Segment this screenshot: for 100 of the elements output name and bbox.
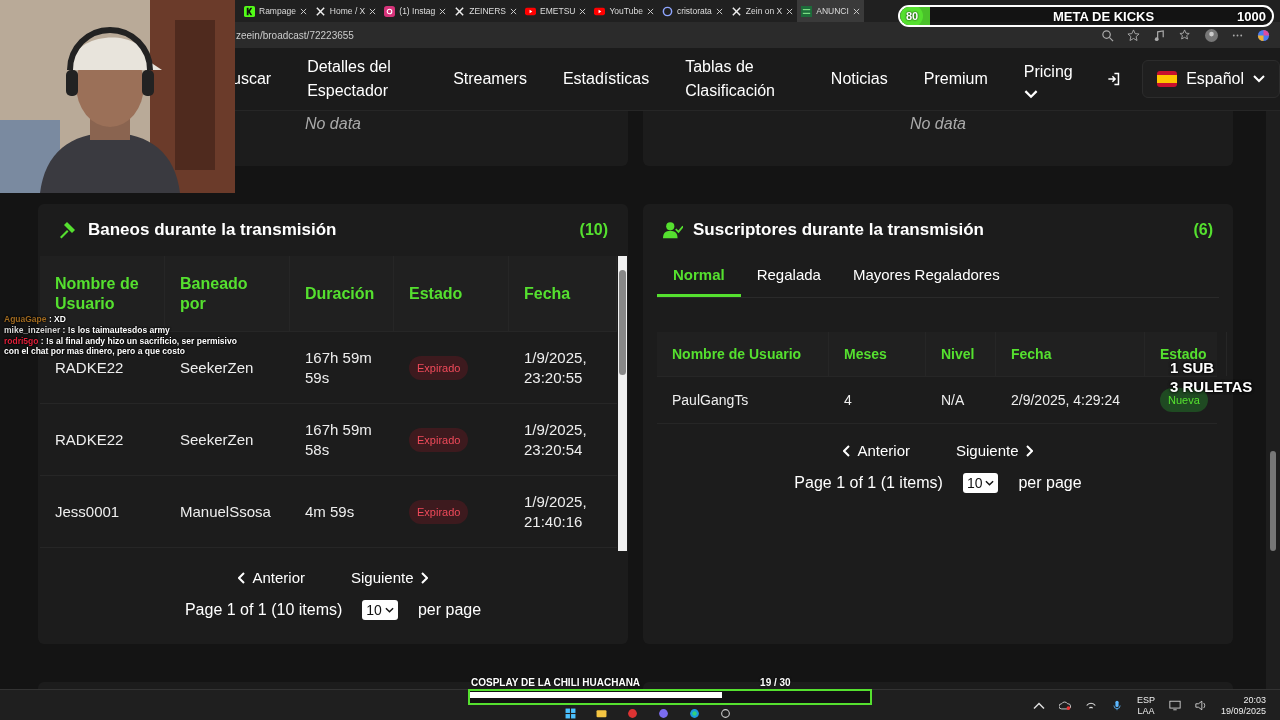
close-icon[interactable]: [786, 7, 794, 15]
network-icon[interactable]: [1084, 700, 1097, 711]
favorites-icon[interactable]: [1179, 28, 1192, 42]
scrollbar[interactable]: [618, 256, 627, 551]
next-button[interactable]: Siguiente: [345, 563, 434, 592]
page-size-select[interactable]: 10: [362, 600, 398, 620]
copilot-icon[interactable]: [1257, 28, 1270, 42]
grid-icon: [801, 5, 813, 17]
table-cell-text: 1/9/2025, 23:20:55: [523, 347, 588, 388]
nav-link[interactable]: Detalles del Espectador: [307, 55, 418, 103]
language-select[interactable]: Español: [1142, 60, 1280, 98]
empty-message: No data: [909, 115, 966, 133]
chat-message: rodri5go : !s al final andy hizo un sacrificio, ser permisivo con el chat por mas dinero, pero a que costo: [4, 336, 238, 356]
empty-message: No data: [304, 115, 361, 133]
zoom-icon[interactable]: [1101, 28, 1114, 42]
display-icon[interactable]: [1168, 700, 1181, 711]
column-header: Fecha: [509, 256, 617, 331]
chat-message: AguaGape : XD: [4, 314, 66, 324]
close-icon[interactable]: [715, 7, 723, 15]
tab[interactable]: Mayores Regaladores: [836, 256, 1016, 297]
close-icon[interactable]: [579, 7, 587, 15]
nav-link[interactable]: Streamers: [453, 67, 527, 91]
browser-tab[interactable]: (1) Instag: [380, 0, 451, 22]
per-page-label: per page: [417, 601, 482, 619]
app-icon[interactable]: [720, 708, 731, 719]
caret-icon: [985, 480, 995, 486]
status-badge: Expirado: [409, 427, 469, 452]
table-cell-text: 4m 59s: [304, 501, 356, 522]
browser-tab[interactable]: Home / X: [310, 0, 381, 22]
chevron-left-icon: [843, 444, 852, 457]
camera-icon: [384, 5, 396, 17]
music-icon[interactable]: [1153, 28, 1166, 42]
browser-tab[interactable]: Zein on X: [726, 0, 798, 22]
star-icon[interactable]: [1127, 28, 1140, 42]
card-title: Baneos durante la transmisión: [88, 220, 338, 240]
close-icon[interactable]: [439, 7, 447, 15]
browser-icon[interactable]: [689, 708, 700, 719]
column-header: Estado: [394, 256, 509, 331]
table-cell-text: N/A: [940, 391, 966, 410]
close-icon[interactable]: [369, 7, 377, 15]
folder-icon[interactable]: [596, 708, 607, 719]
count-label: (10): [579, 221, 608, 239]
start-icon[interactable]: [565, 708, 576, 719]
chevron-right-icon: [1024, 444, 1033, 457]
chevron-right-icon: [419, 571, 428, 584]
close-icon[interactable]: [852, 7, 860, 15]
card-title: Suscriptores durante la transmisión: [693, 220, 985, 240]
cloud-icon[interactable]: [1058, 700, 1071, 711]
browser-tab[interactable]: Rampage: [240, 0, 311, 22]
column-header: Nombre de Usuario: [657, 332, 829, 376]
play-icon: [525, 5, 537, 17]
clock-date[interactable]: 19/09/2025: [1220, 705, 1266, 717]
hammer-icon: [58, 220, 78, 240]
table-cell-text: 167h 59m 58s: [304, 419, 373, 460]
nav-link[interactable]: Premium: [923, 67, 988, 91]
app-icon[interactable]: [627, 708, 638, 719]
close-icon[interactable]: [510, 7, 518, 15]
nav-link[interactable]: Tablas de Clasificación: [685, 55, 795, 103]
profile-icon[interactable]: [1205, 28, 1218, 42]
tab[interactable]: Regalada: [740, 256, 837, 297]
status-badge: Expirado: [409, 499, 469, 524]
swirl-icon: [661, 5, 673, 17]
browser-tab[interactable]: EMETSU: [521, 0, 591, 22]
volume-icon[interactable]: [1194, 700, 1207, 711]
close-icon[interactable]: [299, 7, 307, 15]
cross-logo-icon: [454, 5, 466, 17]
table-cell-text: Jess0001: [54, 501, 121, 522]
browser-tab[interactable]: YouTube: [590, 0, 658, 22]
browser-tab[interactable]: ANUNCI: [797, 0, 864, 22]
nav-link[interactable]: Estadísticas: [562, 67, 650, 91]
scrollbar[interactable]: [1266, 111, 1280, 689]
table-cell-text: 167h 59m 59s: [304, 347, 373, 388]
tab[interactable]: Normal: [657, 256, 741, 297]
browser-tab[interactable]: ZEINERS: [450, 0, 522, 22]
next-button[interactable]: Siguiente: [950, 436, 1039, 465]
clock-time[interactable]: 20:03: [1243, 694, 1266, 706]
layout-indicator[interactable]: LAA: [1137, 705, 1155, 717]
chevron-up-icon[interactable]: [1032, 700, 1045, 711]
close-icon[interactable]: [646, 7, 654, 15]
language-indicator[interactable]: ESP: [1136, 694, 1155, 706]
app-icon[interactable]: [658, 708, 669, 719]
page-size-select[interactable]: 10: [962, 473, 999, 493]
nav-dropdown[interactable]: Pricing: [1023, 59, 1073, 99]
previous-button[interactable]: Anterior: [232, 563, 311, 592]
previous-button[interactable]: Anterior: [837, 436, 916, 465]
column-header: Fecha: [996, 332, 1145, 376]
cross-logo-icon: [730, 5, 742, 17]
chevron-down-icon: [1253, 75, 1265, 83]
overlay-text: 1 SUB: [1170, 359, 1215, 377]
table-cell-text: SeekerZen: [179, 357, 255, 378]
browser-tab[interactable]: cristorata: [657, 0, 727, 22]
status-badge: Expirado: [409, 355, 469, 380]
goal-target: 1000: [1237, 8, 1266, 24]
per-page-label: per page: [1018, 474, 1082, 492]
k-logo-icon: [244, 5, 255, 17]
table-cell-text: RADKE22: [54, 357, 125, 378]
microphone-icon[interactable]: [1110, 700, 1123, 711]
nav-link[interactable]: Noticias: [830, 67, 888, 91]
goal-count: 19 / 30: [760, 677, 791, 688]
goal-current: 80: [901, 7, 923, 25]
